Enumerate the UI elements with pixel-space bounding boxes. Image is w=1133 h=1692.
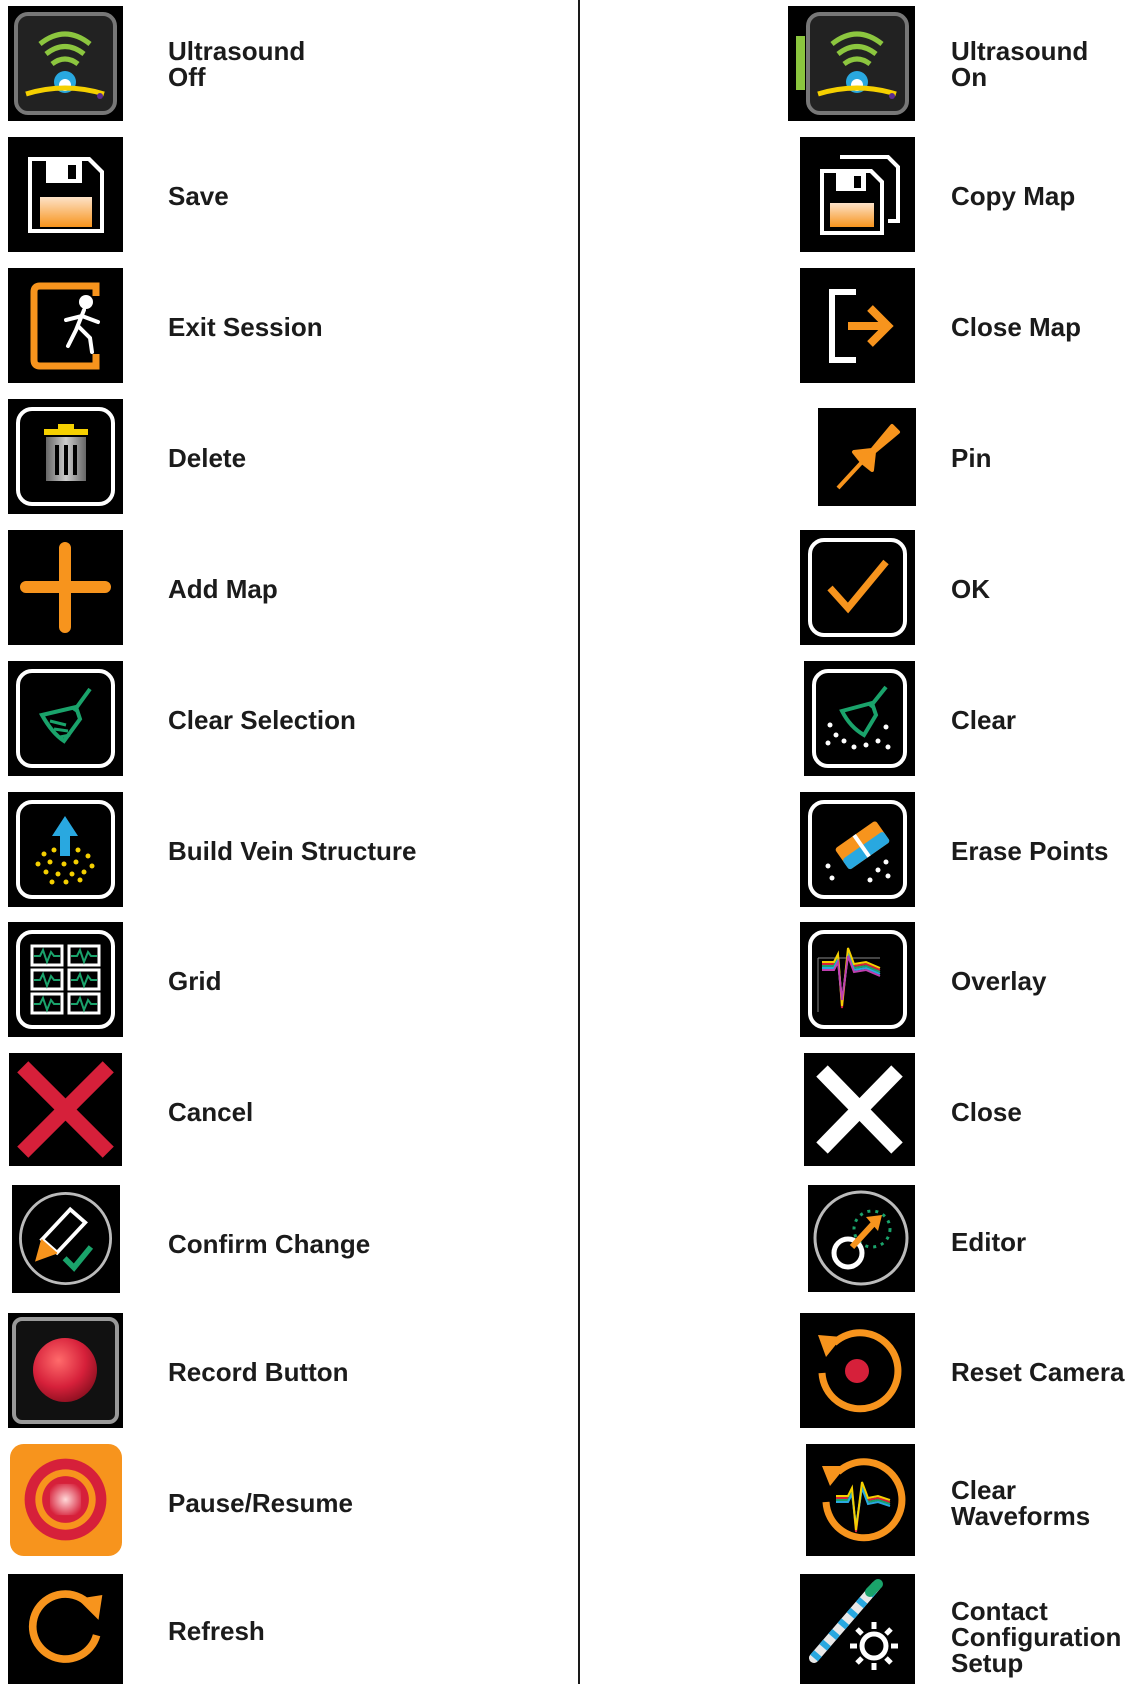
legend-row-clear: Clear xyxy=(783,661,1133,779)
legend-row-cancel: Cancel xyxy=(0,1053,560,1171)
legend-row-delete: Delete xyxy=(0,399,560,517)
pause-resume-label: Pause/Resume xyxy=(168,1488,353,1518)
legend-row-close: Close xyxy=(783,1053,1133,1171)
legend-row-pin: Pin xyxy=(783,408,1133,526)
copy-map-icon[interactable] xyxy=(800,137,915,252)
delete-label: Delete xyxy=(168,443,247,473)
record-button-label: Record Button xyxy=(168,1357,349,1387)
legend-row-copy-map: Copy Map xyxy=(783,137,1133,255)
grid-label: Grid xyxy=(168,966,222,996)
eraser-icon[interactable] xyxy=(800,792,915,907)
contact-config-gear-icon[interactable] xyxy=(800,1574,915,1684)
column-divider xyxy=(578,0,580,1684)
legend-row-refresh: Refresh xyxy=(0,1574,560,1692)
plus-icon[interactable] xyxy=(8,530,123,645)
legend-row-overlay: Overlay xyxy=(783,922,1133,1040)
legend-row-erase-points: Erase Points xyxy=(783,792,1133,910)
ultrasound-on-label: Ultrasound On xyxy=(951,36,1089,92)
copy-map-label: Copy Map xyxy=(951,181,1076,211)
legend-row-clear-waveforms: Clear Waveforms xyxy=(783,1444,1133,1562)
editor-icon[interactable] xyxy=(808,1185,915,1292)
close-map-label: Close Map xyxy=(951,312,1082,342)
overlay-waveform-icon[interactable] xyxy=(800,922,915,1037)
contact-configuration-setup-label: Contact Configuration Setup xyxy=(951,1596,1122,1678)
erase-points-label: Erase Points xyxy=(951,836,1109,866)
broom-icon[interactable] xyxy=(8,661,123,776)
legend-row-editor: Editor xyxy=(783,1185,1133,1303)
legend-row-save: Save xyxy=(0,137,560,255)
pin-label: Pin xyxy=(951,443,992,473)
refresh-icon[interactable] xyxy=(8,1574,123,1684)
clear-broom-icon[interactable] xyxy=(804,661,915,776)
legend-row-clear-selection: Clear Selection xyxy=(0,661,560,779)
build-vein-structure-label: Build Vein Structure xyxy=(168,836,417,866)
delete-icon[interactable] xyxy=(8,399,123,514)
close-label: Close xyxy=(951,1097,1022,1127)
cancel-x-icon[interactable] xyxy=(9,1053,122,1166)
ok-label: OK xyxy=(951,574,990,604)
ultrasound-off-icon[interactable] xyxy=(8,6,123,121)
record-icon[interactable] xyxy=(8,1313,123,1428)
confirm-change-icon[interactable] xyxy=(12,1185,120,1293)
grid-icon[interactable] xyxy=(8,922,123,1037)
legend-row-record-button: Record Button xyxy=(0,1313,560,1431)
ultrasound-on-icon[interactable] xyxy=(788,6,915,121)
legend-row-exit-session: Exit Session xyxy=(0,268,560,386)
clear-label: Clear xyxy=(951,705,1017,735)
legend-row-contact-configuration-setup: Contact Configuration Setup xyxy=(783,1574,1133,1684)
clear-selection-label: Clear Selection xyxy=(168,705,356,735)
legend-row-ultrasound-on: Ultrasound On xyxy=(783,6,1133,124)
add-map-label: Add Map xyxy=(168,574,278,604)
editor-label: Editor xyxy=(951,1227,1027,1257)
cancel-label: Cancel xyxy=(168,1097,254,1127)
ok-check-icon[interactable] xyxy=(800,530,915,645)
legend-row-ultrasound-off: Ultrasound Off xyxy=(0,6,560,124)
close-map-icon[interactable] xyxy=(800,268,915,383)
clear-waveforms-icon[interactable] xyxy=(806,1444,915,1556)
save-label: Save xyxy=(168,181,229,211)
clear-waveforms-label: Clear Waveforms xyxy=(951,1475,1091,1531)
legend-row-build-vein-structure: Build Vein Structure xyxy=(0,792,560,910)
legend-row-close-map: Close Map xyxy=(783,268,1133,386)
reset-camera-icon[interactable] xyxy=(800,1313,915,1428)
legend-row-add-map: Add Map xyxy=(0,530,560,648)
close-x-icon[interactable] xyxy=(804,1053,915,1166)
refresh-label: Refresh xyxy=(168,1616,265,1646)
legend-row-grid: Grid xyxy=(0,922,560,1040)
pin-icon[interactable] xyxy=(818,408,916,506)
exit-session-label: Exit Session xyxy=(168,312,323,342)
reset-camera-label: Reset Camera xyxy=(951,1357,1125,1387)
confirm-change-label: Confirm Change xyxy=(168,1229,371,1259)
legend-row-pause-resume: Pause/Resume xyxy=(0,1444,560,1562)
overlay-label: Overlay xyxy=(951,966,1047,996)
legend-row-ok: OK xyxy=(783,530,1133,648)
pause-resume-icon[interactable] xyxy=(10,1444,122,1556)
save-icon[interactable] xyxy=(8,137,123,252)
build-vein-icon[interactable] xyxy=(8,792,123,907)
ultrasound-off-label: Ultrasound Off xyxy=(168,36,306,92)
legend-row-confirm-change: Confirm Change xyxy=(0,1185,560,1303)
legend-row-reset-camera: Reset Camera xyxy=(783,1313,1133,1431)
exit-session-icon[interactable] xyxy=(8,268,123,383)
